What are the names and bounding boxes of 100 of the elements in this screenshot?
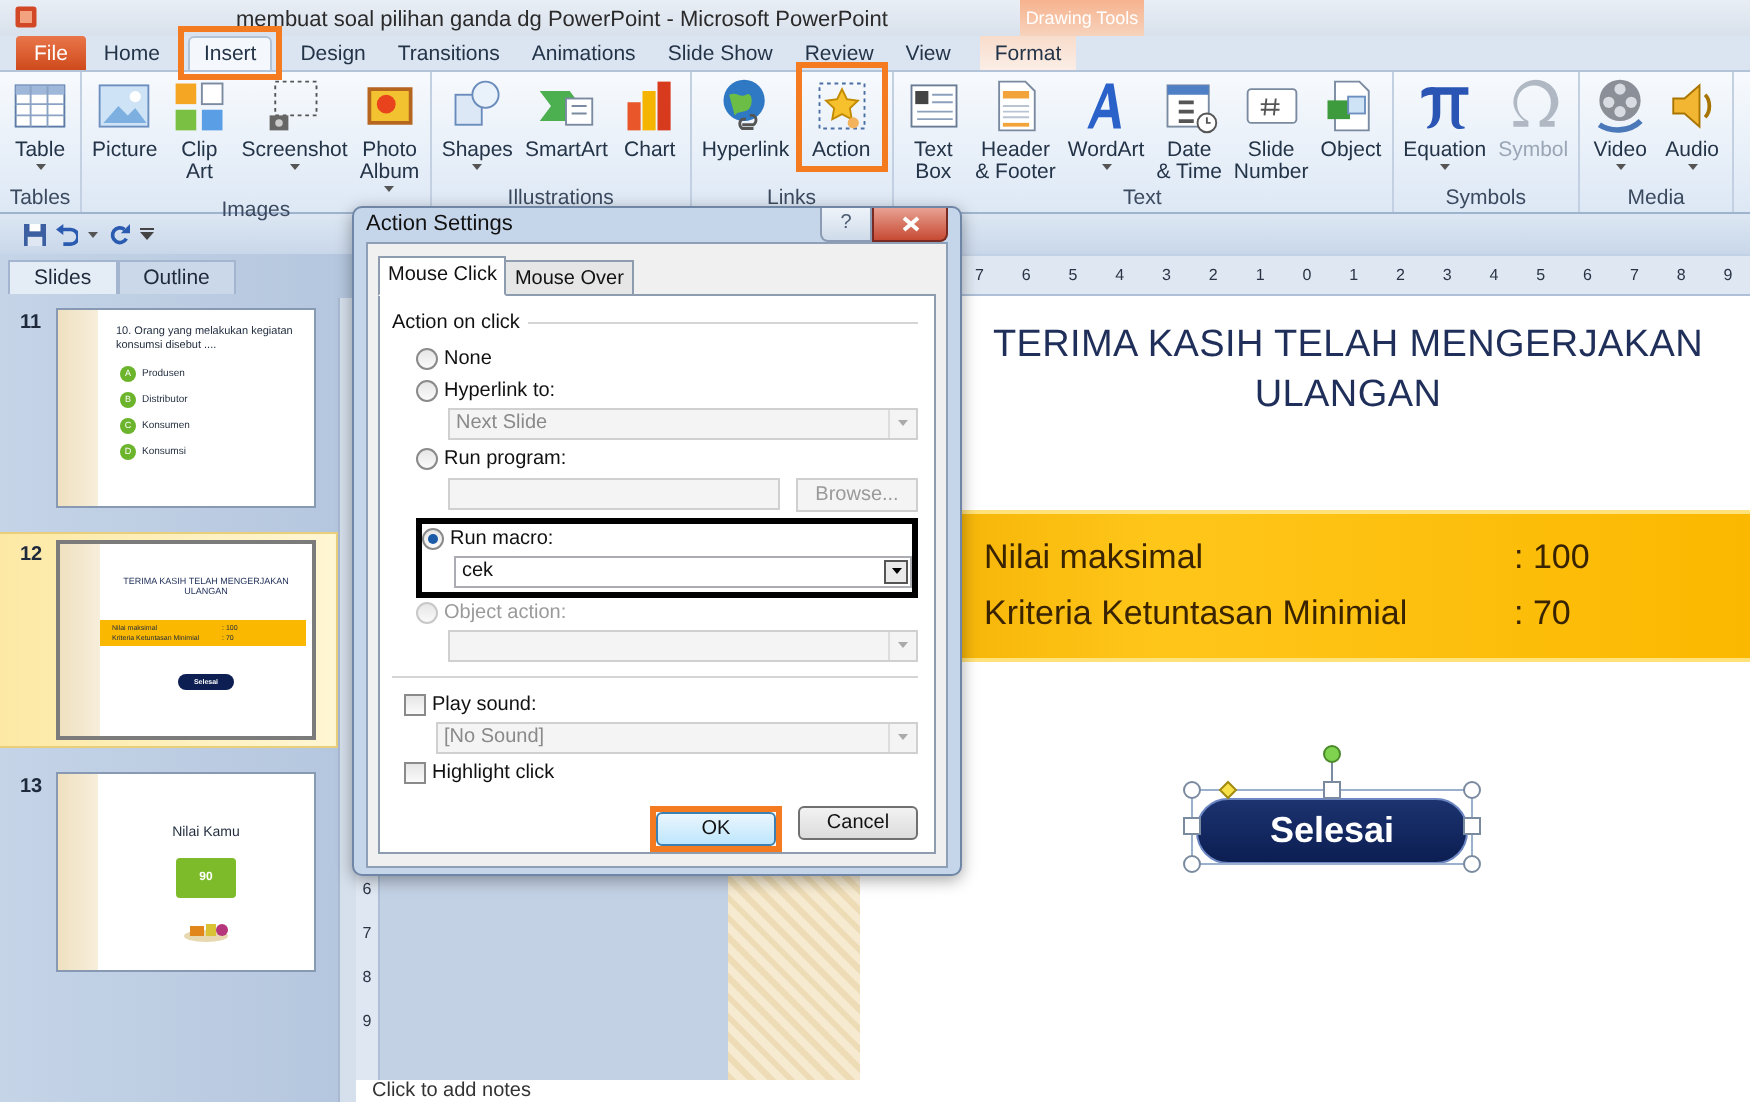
ruler-number: 2 — [1189, 266, 1237, 284]
caret-icon — [898, 642, 908, 648]
ribbon-tab[interactable]: Home — [89, 36, 174, 70]
dialog-title: Action Settings — [366, 210, 513, 240]
slide-title: TERIMA KASIH TELAH MENGERJAKAN ULANGAN — [990, 322, 1706, 420]
ruler-number: 1 — [1236, 266, 1284, 284]
ribbon-button[interactable]: Header & Footer — [969, 72, 1062, 184]
group-label: Tables — [7, 186, 73, 212]
row-label: Kriteria Ketuntasan Minimial — [984, 594, 1410, 634]
caret-icon — [1615, 164, 1626, 170]
radio-button[interactable] — [416, 380, 438, 402]
ribbon-tab[interactable]: Transitions — [383, 36, 514, 70]
caret-icon — [289, 164, 300, 170]
ribbon-button[interactable]: WordArt — [1061, 72, 1151, 176]
option-label[interactable]: Hyperlink to: — [444, 376, 556, 406]
radio-button[interactable] — [422, 528, 444, 550]
ribbon-button[interactable]: Audio — [1656, 72, 1729, 176]
save-icon — [24, 223, 46, 245]
pane-tab[interactable]: Slides — [8, 260, 118, 294]
checkbox[interactable] — [404, 762, 426, 784]
caret-icon — [384, 186, 395, 192]
ribbon-button[interactable]: Object — [1314, 72, 1388, 162]
caret-icon — [898, 420, 908, 426]
ribbon-button[interactable]: Shapes — [435, 72, 519, 176]
notes-field[interactable]: Click to add notes — [356, 1080, 1750, 1102]
radio-button[interactable] — [416, 448, 438, 470]
dialog-tab[interactable]: Mouse Click — [378, 255, 507, 295]
ruler-number: 8 — [362, 968, 372, 986]
caret-icon — [891, 568, 901, 574]
customize-icon — [140, 228, 154, 240]
caret-icon — [472, 164, 483, 170]
ribbon-button[interactable]: Date & Time — [1150, 72, 1228, 184]
caret-icon — [1439, 164, 1450, 170]
option-label[interactable]: Play sound: — [432, 690, 537, 720]
dropdown[interactable]: cek — [454, 555, 912, 587]
ribbon-tab[interactable]: Animations — [517, 36, 650, 70]
caret-icon — [1687, 164, 1698, 170]
dropdown: Next Slide — [448, 407, 918, 439]
ruler-number: 6 — [362, 880, 372, 898]
ruler-number: 9 — [362, 1012, 372, 1030]
option-label[interactable]: Run macro: — [450, 524, 554, 554]
clipart-drawing — [182, 922, 230, 942]
group-label: Links — [764, 186, 818, 212]
ribbon-button[interactable]: Clip Art — [163, 72, 236, 184]
group-label: Illustrations — [505, 186, 616, 212]
ribbon-button[interactable]: Text Box — [897, 72, 970, 184]
ribbon-tab[interactable]: Format — [980, 36, 1076, 70]
close-icon — [901, 216, 919, 232]
slide-number: 13 — [20, 774, 45, 802]
ribbon-button[interactable]: Screenshot — [235, 72, 354, 176]
ribbon-button[interactable]: Action — [805, 72, 878, 162]
ruler-number: 3 — [1143, 266, 1190, 284]
ribbon-tab[interactable]: View — [891, 36, 965, 70]
group-label: Text — [1121, 186, 1164, 212]
ribbon-button[interactable]: Chart — [613, 72, 686, 162]
caret-icon — [898, 734, 908, 740]
contextual-tab-header: Drawing Tools — [1020, 0, 1144, 36]
ribbon-button[interactable]: Table — [4, 72, 76, 176]
ruler-number: 7 — [362, 924, 372, 942]
ribbon-tab[interactable]: Insert — [187, 36, 273, 70]
group-label: Media — [1625, 186, 1687, 212]
cancel-button[interactable]: Cancel — [798, 805, 918, 839]
ribbon-button[interactable]: Equation — [1397, 72, 1493, 176]
group-label: Action on click — [392, 309, 520, 337]
ribbon-button[interactable]: Video — [1584, 72, 1657, 176]
ribbon-button[interactable]: Hyperlink — [695, 72, 796, 162]
option-label[interactable]: Highlight click — [432, 758, 555, 788]
undo-icon — [56, 223, 78, 245]
caret-icon — [1101, 164, 1112, 170]
group-label: Symbols — [1443, 186, 1528, 212]
ruler-number: 9 — [1704, 266, 1750, 284]
slide-number: 11 — [20, 310, 44, 338]
slide-number: 12 — [20, 542, 45, 570]
checkbox[interactable] — [404, 694, 426, 716]
ribbon-tab[interactable]: Design — [286, 36, 380, 70]
pane-tab[interactable]: Outline — [117, 260, 236, 294]
dialog-tab[interactable]: Mouse Over — [504, 259, 634, 295]
ribbon-tab[interactable]: Slide Show — [653, 36, 787, 70]
file-tab[interactable]: File — [16, 36, 86, 70]
row-value: : 70 — [1514, 594, 1571, 634]
close-button[interactable] — [872, 208, 948, 242]
ribbon-button[interactable]: Photo Album — [353, 72, 426, 198]
dropdown: [No Sound] — [436, 721, 918, 753]
ribbon-button[interactable]: Slide Number — [1227, 72, 1315, 184]
app-icon — [14, 4, 38, 30]
ribbon-tab[interactable]: Review — [790, 36, 888, 70]
group-label: Images — [219, 198, 293, 222]
radio-button[interactable] — [416, 348, 438, 370]
ribbon-button[interactable]: Picture — [86, 72, 164, 162]
caret-icon — [88, 231, 98, 237]
help-button[interactable]: ? — [820, 208, 872, 242]
ruler-number: 7 — [1610, 266, 1658, 284]
caret-icon — [35, 164, 45, 170]
option-label[interactable]: Run program: — [444, 444, 567, 474]
redo-icon — [108, 223, 130, 245]
selesai-button[interactable]: Selesai — [1196, 798, 1468, 864]
option-label[interactable]: None — [444, 344, 492, 374]
ok-button[interactable]: OK — [656, 811, 776, 845]
ribbon-button[interactable]: SmartArt — [518, 72, 614, 162]
row-label: Nilai maksimal — [984, 538, 1206, 578]
